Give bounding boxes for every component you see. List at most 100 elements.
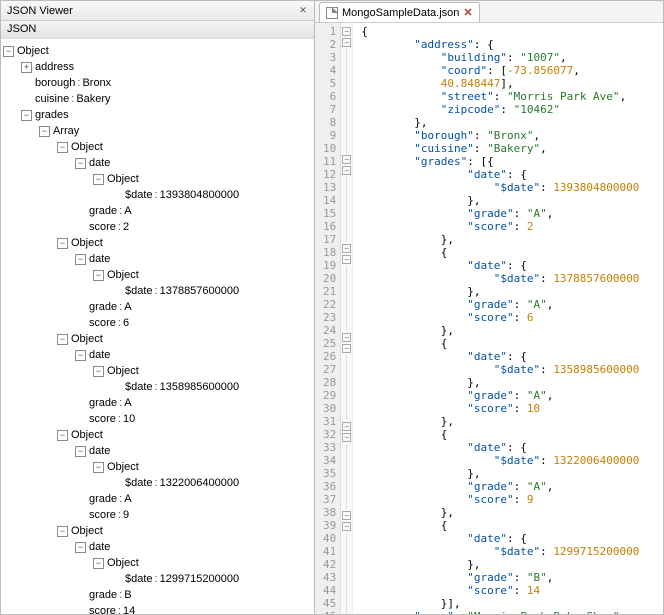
code-line[interactable]: "score": 6: [361, 311, 639, 324]
code-line[interactable]: 40.848447],: [361, 77, 639, 90]
code-editor[interactable]: 1234567891011121314151617181920212223242…: [315, 23, 663, 614]
code-line[interactable]: "grade": "A",: [361, 389, 639, 402]
tree-grade-4[interactable]: grade:B: [75, 587, 312, 603]
toggle-icon[interactable]: −: [57, 430, 68, 441]
tree-score-4[interactable]: score:14: [75, 603, 312, 614]
tree-object-3[interactable]: −Object: [57, 427, 312, 443]
code-line[interactable]: },: [361, 415, 639, 428]
tree-object-2[interactable]: −Object: [57, 331, 312, 347]
code-line[interactable]: "coord": [-73.856077,: [361, 64, 639, 77]
toggle-icon[interactable]: −: [57, 334, 68, 345]
code-line[interactable]: },: [361, 194, 639, 207]
fold-icon[interactable]: −: [342, 433, 351, 442]
code-line[interactable]: "zipcode": "10462": [361, 103, 639, 116]
tree-sdate-0[interactable]: $date:1393804800000: [111, 187, 312, 203]
code-line[interactable]: "$date": 1322006400000: [361, 454, 639, 467]
code-line[interactable]: "score": 2: [361, 220, 639, 233]
toggle-icon[interactable]: −: [75, 350, 86, 361]
toggle-icon[interactable]: −: [21, 110, 32, 121]
tree-borough[interactable]: borough:Bronx: [21, 75, 312, 91]
fold-icon[interactable]: −: [342, 155, 351, 164]
tree-date-object-2[interactable]: −Object: [93, 363, 312, 379]
tree-score-2[interactable]: score:10: [75, 411, 312, 427]
code-line[interactable]: },: [361, 506, 639, 519]
code-line[interactable]: "grade": "A",: [361, 298, 639, 311]
tree-array[interactable]: −Array: [39, 123, 312, 139]
code-line[interactable]: "name": "Morris Park Bake Shop",: [361, 610, 639, 614]
fold-icon[interactable]: −: [342, 422, 351, 431]
tree-date-object-3[interactable]: −Object: [93, 459, 312, 475]
tree-object-0[interactable]: −Object: [57, 139, 312, 155]
tree-date-object-4[interactable]: −Object: [93, 555, 312, 571]
tree-cuisine[interactable]: cuisine:Bakery: [21, 91, 312, 107]
code-line[interactable]: "date": {: [361, 532, 639, 545]
fold-icon[interactable]: −: [342, 166, 351, 175]
tree-root[interactable]: −Object: [3, 43, 312, 59]
tree-object-4[interactable]: −Object: [57, 523, 312, 539]
tree-score-1[interactable]: score:6: [75, 315, 312, 331]
tree-object-1[interactable]: −Object: [57, 235, 312, 251]
tree-sdate-2[interactable]: $date:1358985600000: [111, 379, 312, 395]
code-line[interactable]: "cuisine": "Bakery",: [361, 142, 639, 155]
tree-date-0[interactable]: −date: [75, 155, 312, 171]
code-line[interactable]: "date": {: [361, 441, 639, 454]
fold-icon[interactable]: −: [342, 38, 351, 47]
code-line[interactable]: "score": 10: [361, 402, 639, 415]
code-area[interactable]: { "address": { "building": "1007", "coor…: [353, 23, 647, 614]
code-line[interactable]: "street": "Morris Park Ave",: [361, 90, 639, 103]
code-line[interactable]: "grades": [{: [361, 155, 639, 168]
tree-grade-1[interactable]: grade:A: [75, 299, 312, 315]
code-line[interactable]: "grade": "B",: [361, 571, 639, 584]
code-line[interactable]: "borough": "Bronx",: [361, 129, 639, 142]
code-line[interactable]: "$date": 1378857600000: [361, 272, 639, 285]
tab-close-icon[interactable]: ✕: [463, 6, 472, 19]
toggle-icon[interactable]: −: [75, 446, 86, 457]
toggle-icon[interactable]: −: [93, 558, 104, 569]
tree-score-3[interactable]: score:9: [75, 507, 312, 523]
code-line[interactable]: "date": {: [361, 350, 639, 363]
toggle-icon[interactable]: −: [75, 254, 86, 265]
code-line[interactable]: "date": {: [361, 259, 639, 272]
code-line[interactable]: {: [361, 428, 639, 441]
code-line[interactable]: "$date": 1299715200000: [361, 545, 639, 558]
code-line[interactable]: },: [361, 233, 639, 246]
tree-sdate-4[interactable]: $date:1299715200000: [111, 571, 312, 587]
code-line[interactable]: {: [361, 25, 639, 38]
tree-date-3[interactable]: −date: [75, 443, 312, 459]
fold-icon[interactable]: −: [342, 511, 351, 520]
code-line[interactable]: },: [361, 376, 639, 389]
toggle-icon[interactable]: −: [39, 126, 50, 137]
tree-date-1[interactable]: −date: [75, 251, 312, 267]
code-line[interactable]: {: [361, 246, 639, 259]
tree-grade-2[interactable]: grade:A: [75, 395, 312, 411]
fold-column[interactable]: −−−−−−−−−−−−: [341, 23, 353, 614]
tree-address[interactable]: +address: [21, 59, 312, 75]
code-line[interactable]: {: [361, 519, 639, 532]
toggle-icon[interactable]: −: [75, 158, 86, 169]
tab-file[interactable]: MongoSampleData.json ✕: [319, 2, 480, 22]
tree-grade-0[interactable]: grade:A: [75, 203, 312, 219]
code-line[interactable]: },: [361, 467, 639, 480]
code-line[interactable]: },: [361, 285, 639, 298]
tree-grades[interactable]: −grades: [21, 107, 312, 123]
json-tree[interactable]: −Object+addressborough:Bronxcuisine:Bake…: [1, 39, 314, 614]
code-line[interactable]: }],: [361, 597, 639, 610]
code-line[interactable]: },: [361, 558, 639, 571]
tree-date-2[interactable]: −date: [75, 347, 312, 363]
code-line[interactable]: "grade": "A",: [361, 480, 639, 493]
panel-close-icon[interactable]: ✕: [298, 6, 308, 16]
toggle-icon[interactable]: −: [3, 46, 14, 57]
tree-score-0[interactable]: score:2: [75, 219, 312, 235]
tree-grade-3[interactable]: grade:A: [75, 491, 312, 507]
toggle-icon[interactable]: −: [57, 238, 68, 249]
code-line[interactable]: "$date": 1393804800000: [361, 181, 639, 194]
fold-icon[interactable]: −: [342, 244, 351, 253]
fold-icon[interactable]: −: [342, 255, 351, 264]
tree-sdate-1[interactable]: $date:1378857600000: [111, 283, 312, 299]
toggle-icon[interactable]: −: [57, 142, 68, 153]
toggle-icon[interactable]: −: [75, 542, 86, 553]
code-line[interactable]: "building": "1007",: [361, 51, 639, 64]
code-line[interactable]: },: [361, 116, 639, 129]
code-line[interactable]: "address": {: [361, 38, 639, 51]
tree-date-object-0[interactable]: −Object: [93, 171, 312, 187]
